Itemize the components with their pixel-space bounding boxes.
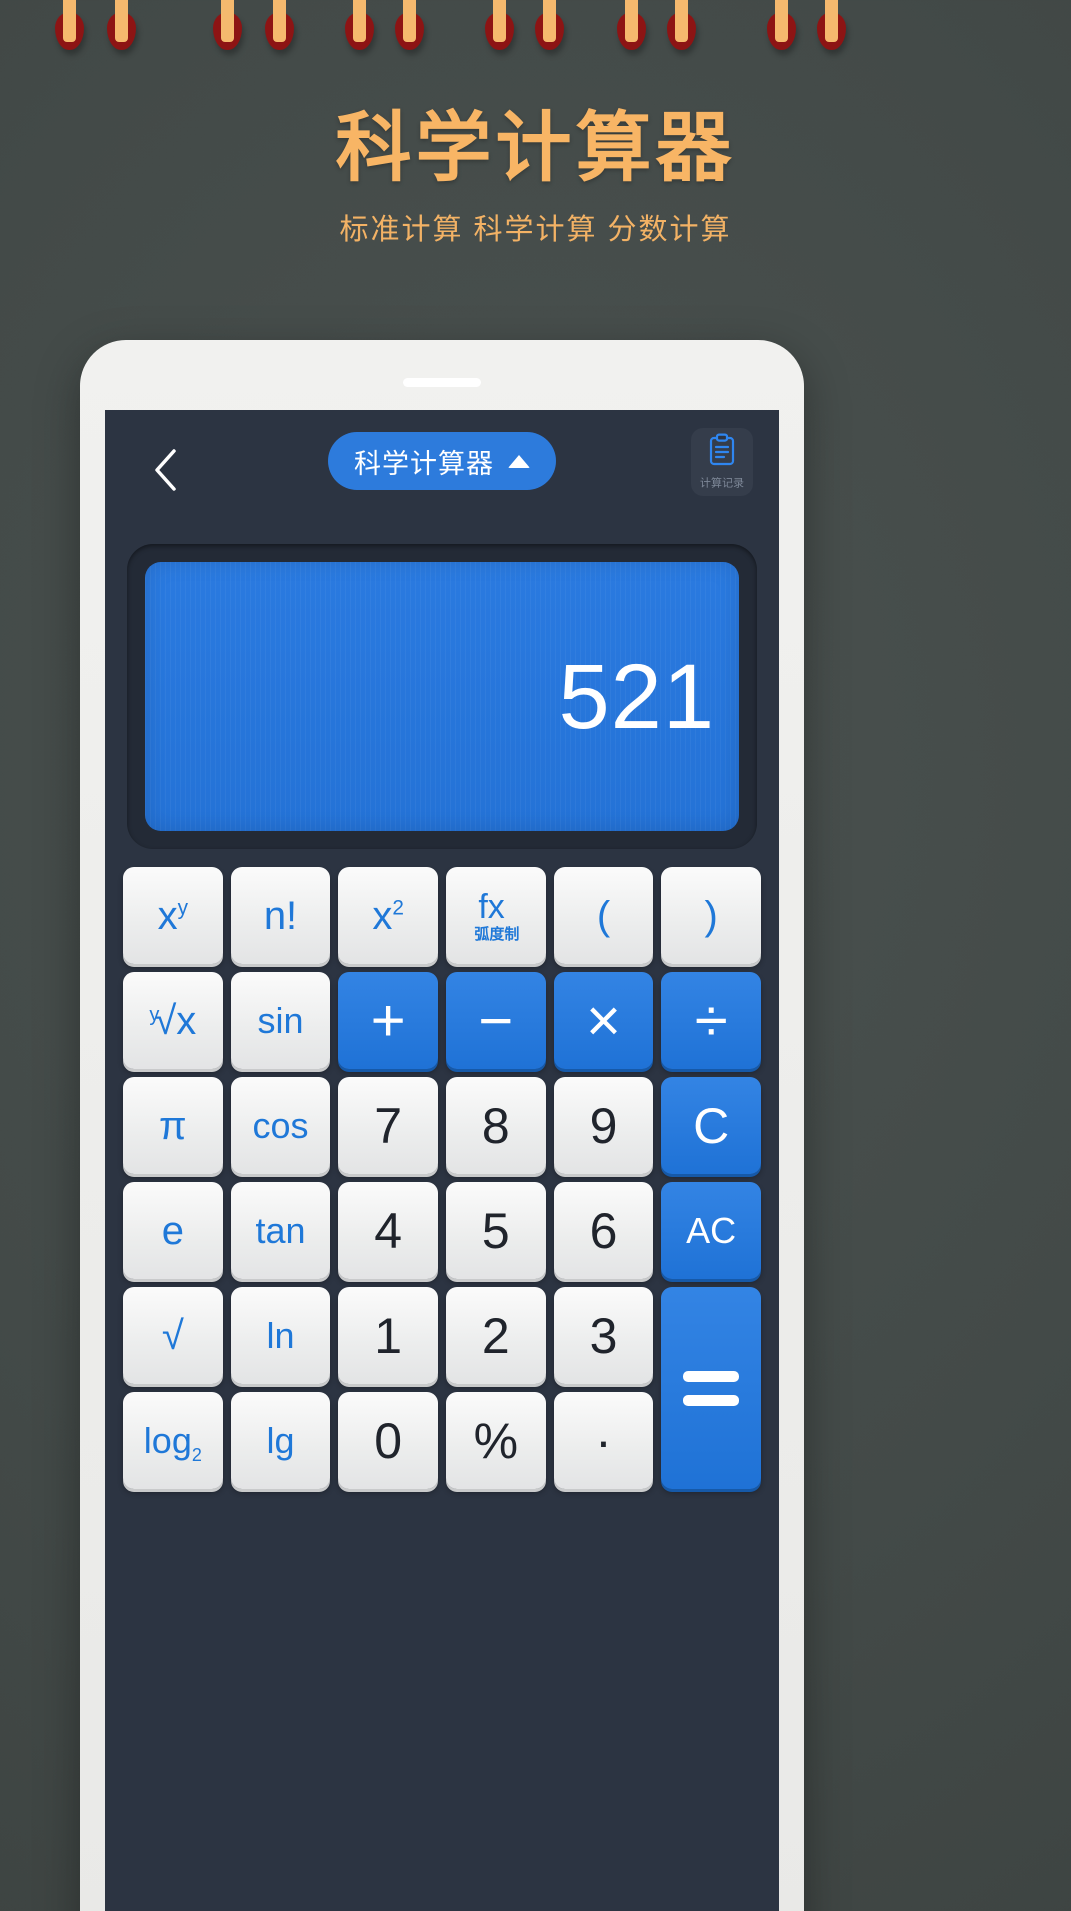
key-lg[interactable]: lg [230, 1392, 331, 1489]
key-divide[interactable]: ÷ [661, 972, 761, 1069]
key-clear[interactable]: C [661, 1077, 761, 1174]
key-label: · [595, 1412, 612, 1469]
app-header: 科学计算器 计算记录 [105, 410, 779, 530]
phone-screen: 科学计算器 计算记录 521 xy n! x2 fx 弧度制 () y √x … [105, 410, 779, 1911]
key-1[interactable]: 1 [338, 1287, 438, 1384]
key-log2[interactable]: log2 [123, 1392, 223, 1489]
key-cos[interactable]: cos [230, 1077, 331, 1174]
key-label: tan [255, 1209, 306, 1251]
key-label: 8 [481, 1097, 510, 1154]
key-add[interactable]: + [338, 972, 438, 1069]
key-label: 9 [589, 1097, 618, 1154]
key-label: AC [686, 1209, 737, 1251]
key-label: √ [161, 1313, 184, 1358]
key-label: 1 [374, 1307, 403, 1364]
caret-up-icon [508, 454, 530, 468]
display-screen: 521 [145, 562, 739, 831]
key-factorial[interactable]: n! [230, 867, 331, 964]
key-label: e [161, 1208, 184, 1253]
key-label: % [473, 1412, 519, 1469]
key-paren-open[interactable]: ( [553, 867, 654, 964]
display-value: 521 [558, 645, 715, 748]
hero-title-block: 科学计算器 标准计算 科学计算 分数计算 [0, 108, 1071, 248]
key-pi[interactable]: π [123, 1077, 223, 1174]
key-label: 3 [589, 1307, 618, 1364]
page-title: 科学计算器 [335, 103, 736, 192]
mode-selector-chip[interactable]: 科学计算器 [328, 432, 556, 490]
key-all-clear[interactable]: AC [661, 1182, 761, 1279]
history-button[interactable]: 计算记录 [691, 428, 753, 496]
clipboard-icon [707, 433, 737, 472]
key-percent[interactable]: % [445, 1392, 546, 1489]
key-0[interactable]: 0 [338, 1392, 438, 1489]
chevron-left-icon [152, 448, 178, 492]
keypad: xy n! x2 fx 弧度制 () y √x sin + − × ÷ π cos 7 8 9 Ce tan 4 5 6 AC… [123, 867, 761, 1489]
key-label: × [585, 986, 622, 1054]
key-2[interactable]: 2 [445, 1287, 546, 1384]
key-label: ( [596, 893, 611, 938]
key-sqrt[interactable]: √ [123, 1287, 223, 1384]
key-label: ln [266, 1314, 295, 1356]
display-bezel: 521 [127, 544, 757, 849]
key-label: sin [257, 999, 304, 1041]
key-6[interactable]: 6 [553, 1182, 654, 1279]
key-subtract[interactable]: − [445, 972, 546, 1069]
key-label: y √x [149, 998, 197, 1043]
key-power-xy[interactable]: xy [123, 867, 223, 964]
key-square[interactable]: x2 [338, 867, 438, 964]
key-label: cos [252, 1104, 309, 1146]
key-label: 0 [374, 1412, 403, 1469]
equals-icon [683, 1370, 740, 1406]
key-equals[interactable] [661, 1287, 761, 1489]
key-9[interactable]: 9 [553, 1077, 654, 1174]
key-label: − [478, 986, 514, 1054]
key-paren-close[interactable]: ) [661, 867, 761, 964]
key-label: x2 [372, 893, 404, 938]
history-button-label: 计算记录 [699, 476, 745, 490]
key-label: log2 [143, 1419, 202, 1465]
key-8[interactable]: 8 [445, 1077, 546, 1174]
key-label: 4 [374, 1202, 403, 1259]
key-euler[interactable]: e [123, 1182, 223, 1279]
key-label: 2 [481, 1307, 510, 1364]
key-label: ÷ [694, 986, 728, 1054]
phone-speaker [403, 378, 481, 387]
key-label: 6 [589, 1202, 618, 1259]
key-yth-root[interactable]: y √x [123, 972, 223, 1069]
page-subtitle: 标准计算 科学计算 分数计算 [339, 213, 732, 246]
mode-selector-label: 科学计算器 [354, 448, 494, 479]
key-fx-radian[interactable]: fx 弧度制 [445, 867, 546, 964]
key-decimal[interactable]: · [553, 1392, 654, 1489]
key-label: xy [157, 893, 189, 938]
key-multiply[interactable]: × [553, 972, 654, 1069]
key-4[interactable]: 4 [338, 1182, 438, 1279]
key-3[interactable]: 3 [553, 1287, 654, 1384]
key-5[interactable]: 5 [445, 1182, 546, 1279]
key-label: n! [263, 893, 298, 938]
matchstick-decoration [0, 0, 1071, 70]
key-label: ) [704, 893, 718, 938]
key-label: + [370, 986, 406, 1054]
key-tan[interactable]: tan [230, 1182, 331, 1279]
key-label: π [159, 1103, 187, 1148]
key-label: C [693, 1097, 730, 1154]
phone-mockup: 科学计算器 计算记录 521 xy n! x2 fx 弧度制 () y √x … [80, 340, 804, 1911]
key-7[interactable]: 7 [338, 1077, 438, 1174]
key-sin[interactable]: sin [230, 972, 331, 1069]
back-button[interactable] [135, 440, 195, 500]
key-label: lg [266, 1419, 295, 1461]
key-label: 7 [374, 1097, 403, 1154]
key-label: fx 弧度制 [474, 887, 520, 943]
key-ln[interactable]: ln [230, 1287, 331, 1384]
key-label: 5 [481, 1202, 510, 1259]
